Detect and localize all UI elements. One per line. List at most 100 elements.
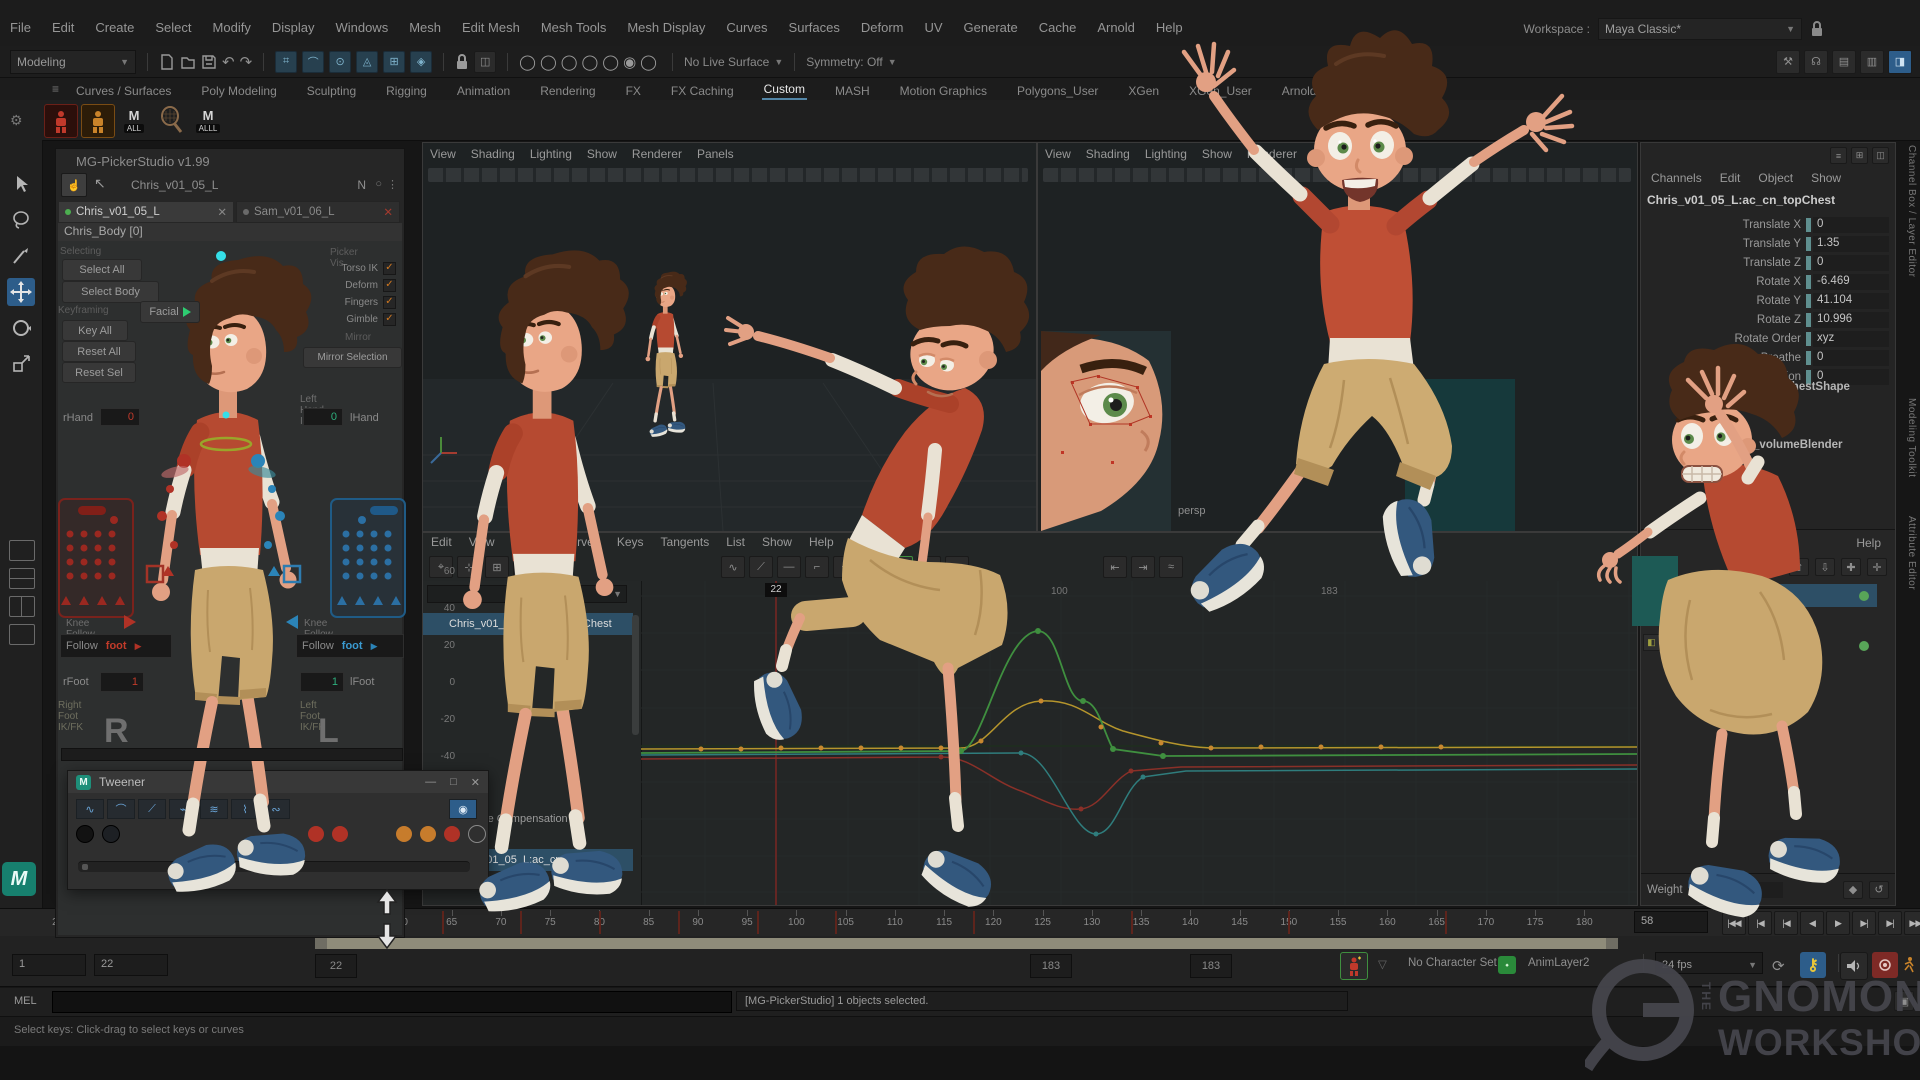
shelf-tab[interactable]: Motion Graphics bbox=[898, 82, 989, 100]
playback-button[interactable]: ▶| bbox=[1852, 911, 1876, 935]
paint-select-tool-icon[interactable] bbox=[7, 242, 35, 270]
vis-option[interactable]: Fingers✓ bbox=[300, 294, 396, 311]
viewport-menu-item[interactable]: Panels bbox=[697, 147, 734, 161]
viewport-left-toolbar[interactable] bbox=[428, 168, 1028, 182]
knee-follow-left-arrow[interactable] bbox=[286, 615, 298, 629]
viewport-right-toolbar[interactable] bbox=[1043, 168, 1631, 182]
layer-move-down-icon[interactable]: ⇩ bbox=[1815, 558, 1835, 576]
anim-layer-row-selected[interactable]: AnimLayer2 bbox=[1663, 584, 1877, 607]
lattice-deform-icon[interactable]: ⊞ bbox=[485, 556, 509, 578]
flat-tangent-icon[interactable]: — bbox=[777, 556, 801, 578]
sidebar-layer-editor-icon[interactable]: ▥ bbox=[1860, 50, 1884, 74]
shelf-menu-icon[interactable]: ≡ bbox=[52, 82, 59, 96]
key-all-button[interactable]: Key All bbox=[62, 320, 128, 341]
checkbox-checked[interactable]: ✓ bbox=[383, 313, 396, 326]
picker-body-header[interactable]: Chris_Body [0] bbox=[58, 223, 402, 241]
weight-key-icon[interactable]: ◆ bbox=[1843, 881, 1863, 899]
shelf-tab[interactable]: XGen_User bbox=[1187, 82, 1254, 100]
layout-four-pane-icon[interactable] bbox=[9, 568, 35, 589]
workspace-select[interactable]: Maya Classic* ▼ bbox=[1598, 18, 1802, 40]
unify-tangent-icon[interactable]: ⋈ bbox=[945, 556, 969, 578]
layer-empty-icon[interactable]: ✚ bbox=[1841, 558, 1861, 576]
blend-node-label[interactable]: chest_volumeBlender bbox=[1723, 439, 1843, 451]
outliner-scrollbar[interactable] bbox=[632, 615, 639, 735]
reset-all-button[interactable]: Reset All bbox=[62, 341, 136, 362]
channel-speed-icon[interactable]: ⊞ bbox=[1851, 147, 1868, 164]
viewport-menu-item[interactable]: View bbox=[1045, 147, 1071, 161]
playback-button[interactable]: |◀ bbox=[1748, 911, 1772, 935]
lhand-field[interactable]: 0 bbox=[303, 408, 343, 426]
weight-reset-icon[interactable]: ↺ bbox=[1869, 881, 1889, 899]
tween-eye-button[interactable]: ◉ bbox=[449, 799, 477, 819]
layout-single-icon[interactable] bbox=[9, 540, 35, 561]
menu-set-select[interactable]: Modeling ▼ bbox=[10, 50, 136, 74]
menu-item[interactable]: File bbox=[10, 20, 31, 35]
knee-follow-right-arrow[interactable] bbox=[124, 615, 136, 629]
anim-layer-key-icon[interactable]: ⬩ bbox=[1498, 956, 1516, 974]
viewport-menu-item[interactable]: View bbox=[430, 147, 456, 161]
picker-shelf-red-icon[interactable] bbox=[44, 104, 78, 138]
character-set-icon[interactable] bbox=[1340, 952, 1368, 980]
menu-item[interactable]: Generate bbox=[964, 20, 1018, 35]
arrow-cursor-icon[interactable]: ↖ bbox=[94, 175, 106, 192]
anim-layer-row[interactable]: BaseAnimation bbox=[1663, 634, 1877, 657]
viewport-menu-item[interactable]: Lighting bbox=[1145, 147, 1187, 161]
follow-right-select[interactable]: Follow foot ▶ bbox=[60, 634, 172, 658]
sidebar-attribute-editor-icon[interactable]: ◨ bbox=[1888, 50, 1912, 74]
mel-label[interactable]: MEL bbox=[14, 995, 37, 1007]
playback-end-field[interactable]: 183 bbox=[1030, 954, 1072, 978]
save-scene-icon[interactable] bbox=[201, 53, 217, 71]
menu-item[interactable]: Surfaces bbox=[789, 20, 840, 35]
shelf-tab[interactable]: Rigging bbox=[384, 82, 429, 100]
tween-curve-button[interactable]: ∿ bbox=[76, 799, 104, 819]
tweener-titlebar[interactable]: M Tweener — □ ✕ bbox=[68, 771, 488, 793]
shelf-tab[interactable]: Animation bbox=[455, 82, 512, 100]
graph-menu-item[interactable]: Tangents bbox=[661, 535, 710, 549]
graph-menu-item[interactable]: Select bbox=[511, 535, 544, 549]
layer-help-menu[interactable]: Help bbox=[1856, 536, 1881, 550]
new-scene-icon[interactable] bbox=[159, 53, 175, 71]
shelf-tab[interactable]: Curves / Surfaces bbox=[74, 82, 173, 100]
lock-icon[interactable] bbox=[455, 53, 469, 71]
playback-button[interactable]: ▶▶| bbox=[1904, 911, 1920, 935]
viewport-menu-item[interactable]: Renderer bbox=[1247, 147, 1297, 161]
layout-outliner-icon[interactable] bbox=[9, 624, 35, 645]
picker-namespace-toggle[interactable]: N bbox=[357, 178, 366, 192]
mirror-selection-button[interactable]: Mirror Selection bbox=[303, 347, 402, 368]
channel-row[interactable]: Rotate Y41.104 bbox=[1641, 291, 1895, 310]
shelf-tab[interactable]: Sculpting bbox=[305, 82, 358, 100]
channel-menu-item[interactable]: Edit bbox=[1720, 171, 1741, 185]
menu-item[interactable]: Edit Mesh bbox=[462, 20, 520, 35]
menu-item[interactable]: Edit bbox=[52, 20, 74, 35]
picker-tab-active[interactable]: Chris_v01_05_L ✕ bbox=[58, 201, 234, 223]
linear-tangent-icon[interactable]: ⟋ bbox=[749, 556, 773, 578]
menu-item[interactable]: Help bbox=[1156, 20, 1183, 35]
shelf-tab[interactable]: Custom bbox=[762, 80, 807, 100]
scale-tool-icon[interactable] bbox=[7, 350, 35, 378]
layer-zero-key-icon[interactable]: ◧ bbox=[1643, 634, 1660, 651]
checkbox-checked[interactable]: ✓ bbox=[383, 262, 396, 275]
tween-pose-orange-button[interactable] bbox=[396, 826, 412, 842]
layout-split-icon[interactable] bbox=[9, 596, 35, 617]
viewport-left[interactable] bbox=[422, 142, 1037, 532]
playback-button[interactable]: ◀ bbox=[1800, 911, 1824, 935]
rhand-field[interactable]: 0 bbox=[100, 408, 140, 426]
snap-view-icon[interactable]: ⊞ bbox=[383, 51, 405, 73]
weight-field[interactable]: 1.00 bbox=[1689, 882, 1783, 898]
layer-zero-key-icon[interactable]: ◧ bbox=[1643, 609, 1660, 626]
viewport-menu-item[interactable]: Panels bbox=[1312, 147, 1349, 161]
undo-icon[interactable]: ↶ bbox=[222, 53, 235, 71]
graph-curves[interactable] bbox=[641, 581, 1637, 905]
tab-attribute-editor[interactable]: Attribute Editor bbox=[1899, 516, 1917, 626]
channel-node-name[interactable]: Chris_v01_05_L:ac_cn_topChest bbox=[1647, 193, 1835, 207]
maximize-icon[interactable]: □ bbox=[450, 776, 457, 789]
tween-pose-outline-button[interactable] bbox=[468, 825, 486, 843]
options-dots-icon[interactable]: ⋮ bbox=[387, 178, 398, 191]
channel-row[interactable]: Translate Z0 bbox=[1641, 253, 1895, 272]
menu-item[interactable]: Select bbox=[155, 20, 191, 35]
channel-row[interactable]: Rotate Z10.996 bbox=[1641, 310, 1895, 329]
facial-button[interactable]: Facial bbox=[140, 301, 200, 323]
graph-menu-item[interactable]: Help bbox=[809, 535, 834, 549]
close-icon[interactable]: ✕ bbox=[383, 205, 393, 219]
current-frame-field[interactable]: 58 bbox=[1634, 911, 1708, 933]
